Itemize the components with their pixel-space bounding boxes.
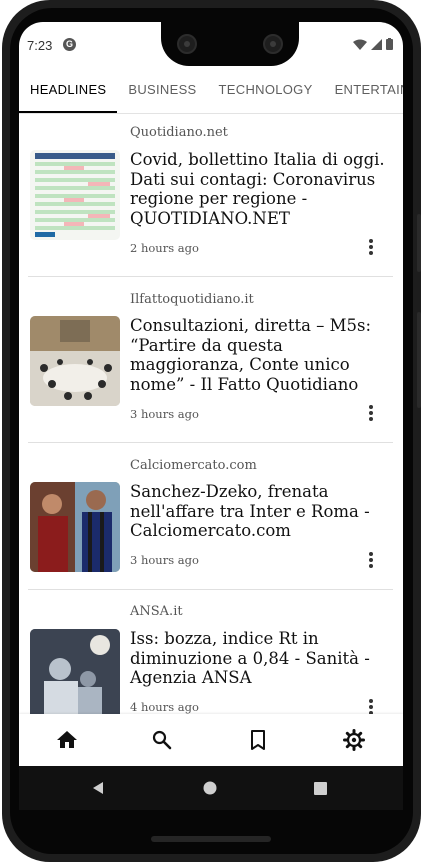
status-time: 7:23 xyxy=(27,38,53,53)
front-sensor-icon xyxy=(263,34,283,54)
search-icon[interactable] xyxy=(150,728,174,752)
bottom-navigation xyxy=(19,714,403,766)
phone-screen: 7:23 G HEADLINES BUSINESS TECHNOLOGY ENT… xyxy=(19,22,403,810)
tab-business[interactable]: BUSINESS xyxy=(117,67,207,113)
article-time: 3 hours ago xyxy=(130,553,199,567)
meeting-room-image xyxy=(30,316,120,406)
table-image xyxy=(30,150,120,240)
bookmark-icon[interactable] xyxy=(246,728,270,752)
divider xyxy=(28,442,393,443)
article-source: ANSA.it xyxy=(130,604,183,619)
recents-icon[interactable] xyxy=(314,782,327,795)
more-options-icon[interactable] xyxy=(361,403,381,423)
bottom-speaker xyxy=(151,836,271,842)
article-title[interactable]: Iss: bozza, indice Rt in diminuzione a 0… xyxy=(130,629,392,688)
back-icon[interactable] xyxy=(91,781,105,795)
lab-workers-image xyxy=(30,629,120,714)
divider xyxy=(28,276,393,277)
tab-headlines[interactable]: HEADLINES xyxy=(19,67,118,113)
news-feed[interactable]: Quotidiano.net Covid, bollettino Italia … xyxy=(19,114,403,714)
article-title[interactable]: Sanchez-Dzeko, frenata nell'affare tra I… xyxy=(130,482,392,541)
article-title[interactable]: Covid, bollettino Italia di oggi. Dati s… xyxy=(130,150,392,228)
article-title[interactable]: Consultazioni, diretta – M5s: “Partire d… xyxy=(130,316,392,394)
more-options-icon[interactable] xyxy=(361,550,381,570)
power-button xyxy=(417,312,421,408)
front-camera-icon xyxy=(177,34,197,54)
category-tabs: HEADLINES BUSINESS TECHNOLOGY ENTERTAINM… xyxy=(19,67,403,114)
gear-icon[interactable] xyxy=(342,728,366,752)
article-source: Quotidiano.net xyxy=(130,125,228,140)
article-source: Ilfattoquotidiano.it xyxy=(130,292,254,307)
more-options-icon[interactable] xyxy=(361,237,381,257)
system-icons xyxy=(353,38,393,50)
divider xyxy=(28,589,393,590)
article-time: 4 hours ago xyxy=(130,700,199,714)
tab-entertainment[interactable]: ENTERTAINMENT xyxy=(324,67,403,113)
article-time: 2 hours ago xyxy=(130,241,199,255)
app-notification-icon: G xyxy=(63,38,76,51)
camera-notch xyxy=(161,22,299,66)
volume-button xyxy=(417,214,421,272)
wifi-icon xyxy=(353,39,367,50)
more-options-icon[interactable] xyxy=(361,697,381,714)
home-icon[interactable] xyxy=(55,728,79,752)
system-navigation-bar xyxy=(19,766,403,810)
cell-signal-icon xyxy=(371,38,382,50)
tab-technology[interactable]: TECHNOLOGY xyxy=(208,67,324,113)
battery-icon xyxy=(386,38,393,50)
article-source: Calciomercato.com xyxy=(130,458,257,473)
article-time: 3 hours ago xyxy=(130,407,199,421)
football-players-image xyxy=(30,482,120,572)
home-circle-icon[interactable] xyxy=(203,781,217,795)
